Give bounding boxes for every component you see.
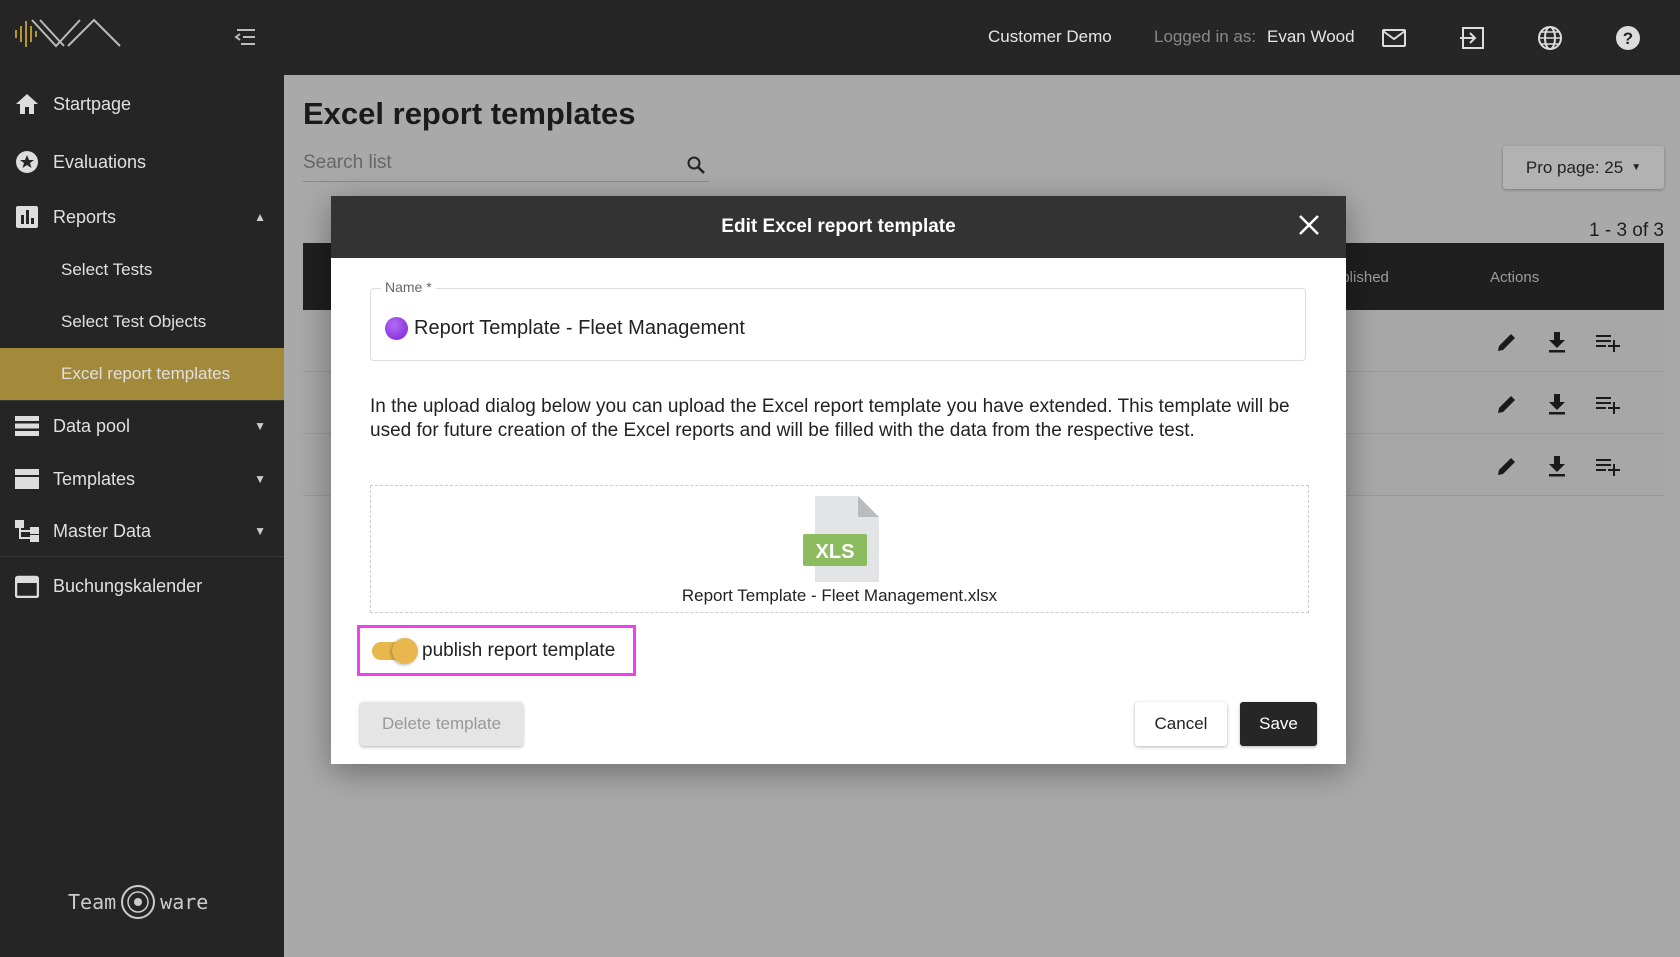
download-icon[interactable] — [1545, 454, 1569, 478]
edit-icon[interactable] — [1495, 330, 1519, 354]
file-upload-dropzone[interactable]: XLS Report Template - Fleet Management.x… — [370, 485, 1309, 613]
edit-icon[interactable] — [1495, 392, 1519, 416]
row-actions — [1495, 392, 1621, 416]
save-button[interactable]: Save — [1240, 702, 1317, 746]
mail-icon[interactable] — [1380, 24, 1408, 52]
logout-icon[interactable] — [1458, 24, 1486, 52]
add-to-list-icon[interactable] — [1595, 330, 1621, 354]
sidebar-item-evaluations[interactable]: Evaluations — [0, 150, 284, 174]
sidebar-item-reports[interactable]: Reports ▲ — [0, 205, 284, 229]
edit-icon[interactable] — [1495, 454, 1519, 478]
help-icon[interactable]: ? — [1614, 24, 1642, 52]
sidebar-item-data-pool[interactable]: Data pool ▼ — [0, 414, 284, 438]
chevron-down-icon: ▼ — [254, 524, 266, 538]
globe-icon[interactable] — [1536, 24, 1564, 52]
home-icon — [15, 92, 39, 116]
page-title: Excel report templates — [303, 96, 636, 131]
bar-chart-icon — [15, 205, 39, 229]
sidebar-item-select-test-objects[interactable]: Select Test Objects — [0, 310, 284, 334]
chevron-down-icon: ▼ — [254, 419, 266, 433]
svg-text:?: ? — [1623, 29, 1633, 48]
svg-text:XLS: XLS — [816, 541, 855, 563]
list-icon — [15, 414, 39, 438]
user-name: Evan Wood — [1267, 27, 1355, 46]
download-icon[interactable] — [1545, 330, 1569, 354]
dialog-header: Edit Excel report template — [331, 196, 1346, 258]
star-icon — [15, 150, 39, 174]
toggle-knob[interactable] — [392, 638, 418, 664]
customer-name[interactable]: Customer Demo — [988, 27, 1112, 47]
sidebar-item-templates[interactable]: Templates ▼ — [0, 467, 284, 491]
sidebar-item-select-tests[interactable]: Select Tests — [0, 258, 284, 282]
hierarchy-icon — [15, 519, 39, 543]
logo — [15, 18, 121, 48]
delete-template-button[interactable]: Delete template — [360, 702, 523, 746]
top-bar: Customer Demo Logged in as: Evan Wood ? — [284, 0, 1680, 75]
template-icon — [15, 467, 39, 491]
edit-template-dialog: Edit Excel report template Name * Report… — [331, 196, 1346, 764]
divider — [0, 400, 284, 401]
close-icon[interactable] — [1298, 214, 1320, 236]
collapse-menu-icon[interactable] — [233, 28, 257, 46]
sidebar-item-startpage[interactable]: Startpage — [0, 92, 284, 116]
file-name: Report Template - Fleet Management.xlsx — [681, 586, 998, 605]
chevron-down-icon: ▼ — [254, 472, 266, 486]
pagination-count: 1 - 3 of 3 — [1589, 220, 1664, 241]
search-input[interactable]: Search list — [303, 152, 709, 182]
sidebar-item-buchungskalender[interactable]: Buchungskalender — [0, 574, 284, 598]
name-field[interactable]: Name * Report Template - Fleet Managemen… — [370, 279, 1306, 361]
sidebar-item-excel-report-templates[interactable]: Excel report templates — [0, 348, 284, 400]
cancel-button[interactable]: Cancel — [1135, 702, 1227, 746]
publish-toggle[interactable]: publish report template — [357, 625, 636, 676]
chevron-up-icon: ▲ — [254, 210, 266, 224]
color-dot-icon — [385, 317, 408, 340]
description-text: In the upload dialog below you can uploa… — [370, 396, 1290, 441]
teamware-logo: Team ware — [68, 884, 208, 920]
row-actions — [1495, 454, 1621, 478]
search-icon[interactable] — [687, 156, 705, 174]
sidebar-item-master-data[interactable]: Master Data ▼ — [0, 519, 284, 543]
caret-down-icon: ▼ — [1631, 162, 1642, 173]
per-page-select[interactable]: Pro page: 25 ▼ — [1503, 146, 1664, 189]
sidebar: Startpage Evaluations Reports ▲ Select Te… — [0, 0, 284, 957]
row-actions — [1495, 330, 1621, 354]
xls-file-icon: XLS — [803, 496, 879, 582]
calendar-icon — [15, 574, 39, 598]
add-to-list-icon[interactable] — [1595, 454, 1621, 478]
divider — [0, 556, 284, 557]
add-to-list-icon[interactable] — [1595, 392, 1621, 416]
logged-in-label: Logged in as: — [1154, 27, 1257, 46]
download-icon[interactable] — [1545, 392, 1569, 416]
